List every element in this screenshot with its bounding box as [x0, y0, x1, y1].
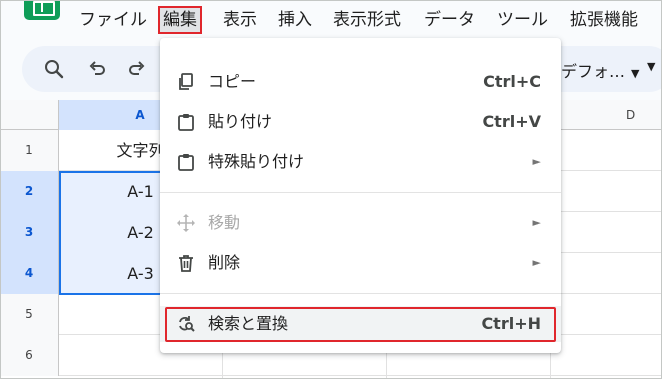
move-icon — [177, 214, 195, 232]
chevron-down-icon: ▼ — [631, 67, 640, 80]
menu-item-label: 検索と置換 — [208, 314, 289, 333]
copy-icon — [179, 73, 193, 90]
row-header[interactable]: 2 — [0, 171, 59, 212]
search-icon[interactable] — [42, 57, 66, 81]
menu-file[interactable]: ファイル — [76, 6, 150, 34]
shortcut-label: Ctrl+V — [482, 112, 541, 131]
paste-icon — [178, 114, 194, 131]
submenu-arrow-icon: ► — [532, 256, 541, 269]
submenu-arrow-icon: ► — [532, 155, 541, 168]
menu-item-copy[interactable]: コピー Ctrl+C — [160, 64, 561, 100]
font-select[interactable]: デフォ… ▼ — [561, 58, 639, 82]
menu-item-paste[interactable]: 貼り付け Ctrl+V — [160, 104, 561, 140]
menu-extensions[interactable]: 拡張機能 — [567, 6, 641, 34]
menu-item-find-replace[interactable]: 検索と置換 Ctrl+H — [160, 306, 561, 342]
edit-menu-dropdown: コピー Ctrl+C 貼り付け Ctrl+V 特殊貼り付け ► 移動 ► 削除 … — [160, 38, 561, 353]
menu-tools[interactable]: ツール — [494, 6, 551, 34]
row-header[interactable]: 1 — [0, 130, 59, 171]
menu-bar: ファイル 編集 表示 挿入 表示形式 データ ツール 拡張機能 — [0, 0, 662, 40]
menu-item-move: 移動 ► — [160, 205, 561, 241]
row-header[interactable]: 4 — [0, 253, 59, 294]
undo-icon[interactable] — [85, 57, 109, 81]
shortcut-label: Ctrl+H — [481, 314, 541, 333]
shortcut-label: Ctrl+C — [483, 72, 541, 91]
row-header[interactable]: 3 — [0, 212, 59, 253]
menu-item-delete[interactable]: 削除 ► — [160, 245, 561, 281]
trash-icon — [179, 255, 193, 272]
column-header-d[interactable]: D — [550, 100, 662, 130]
menu-edit[interactable]: 編集 — [158, 6, 202, 34]
menu-item-label: 特殊貼り付け — [208, 152, 305, 171]
font-name: デフォ… — [561, 62, 626, 81]
row-header[interactable]: 6 — [0, 335, 59, 376]
menu-item-paste-special[interactable]: 特殊貼り付け ► — [160, 144, 561, 180]
menu-divider — [160, 192, 561, 193]
menu-divider — [160, 293, 561, 294]
redo-icon[interactable] — [125, 57, 149, 81]
menu-item-label: 削除 — [208, 253, 241, 272]
row-header[interactable]: 5 — [0, 294, 59, 335]
paste-special-icon — [178, 154, 194, 171]
submenu-arrow-icon: ► — [532, 216, 541, 229]
menu-format[interactable]: 表示形式 — [330, 6, 404, 34]
menu-item-label: 貼り付け — [208, 112, 273, 131]
menu-view[interactable]: 表示 — [220, 6, 260, 34]
menu-insert[interactable]: 挿入 — [275, 6, 315, 34]
select-all-corner[interactable] — [0, 100, 59, 130]
menu-data[interactable]: データ — [421, 6, 478, 34]
sheets-logo-icon[interactable] — [24, 0, 60, 20]
menu-item-label: 移動 — [208, 213, 241, 232]
find-replace-icon — [179, 316, 195, 332]
dropdown-caret-icon[interactable]: ▼ — [647, 60, 655, 73]
menu-item-label: コピー — [208, 72, 257, 91]
